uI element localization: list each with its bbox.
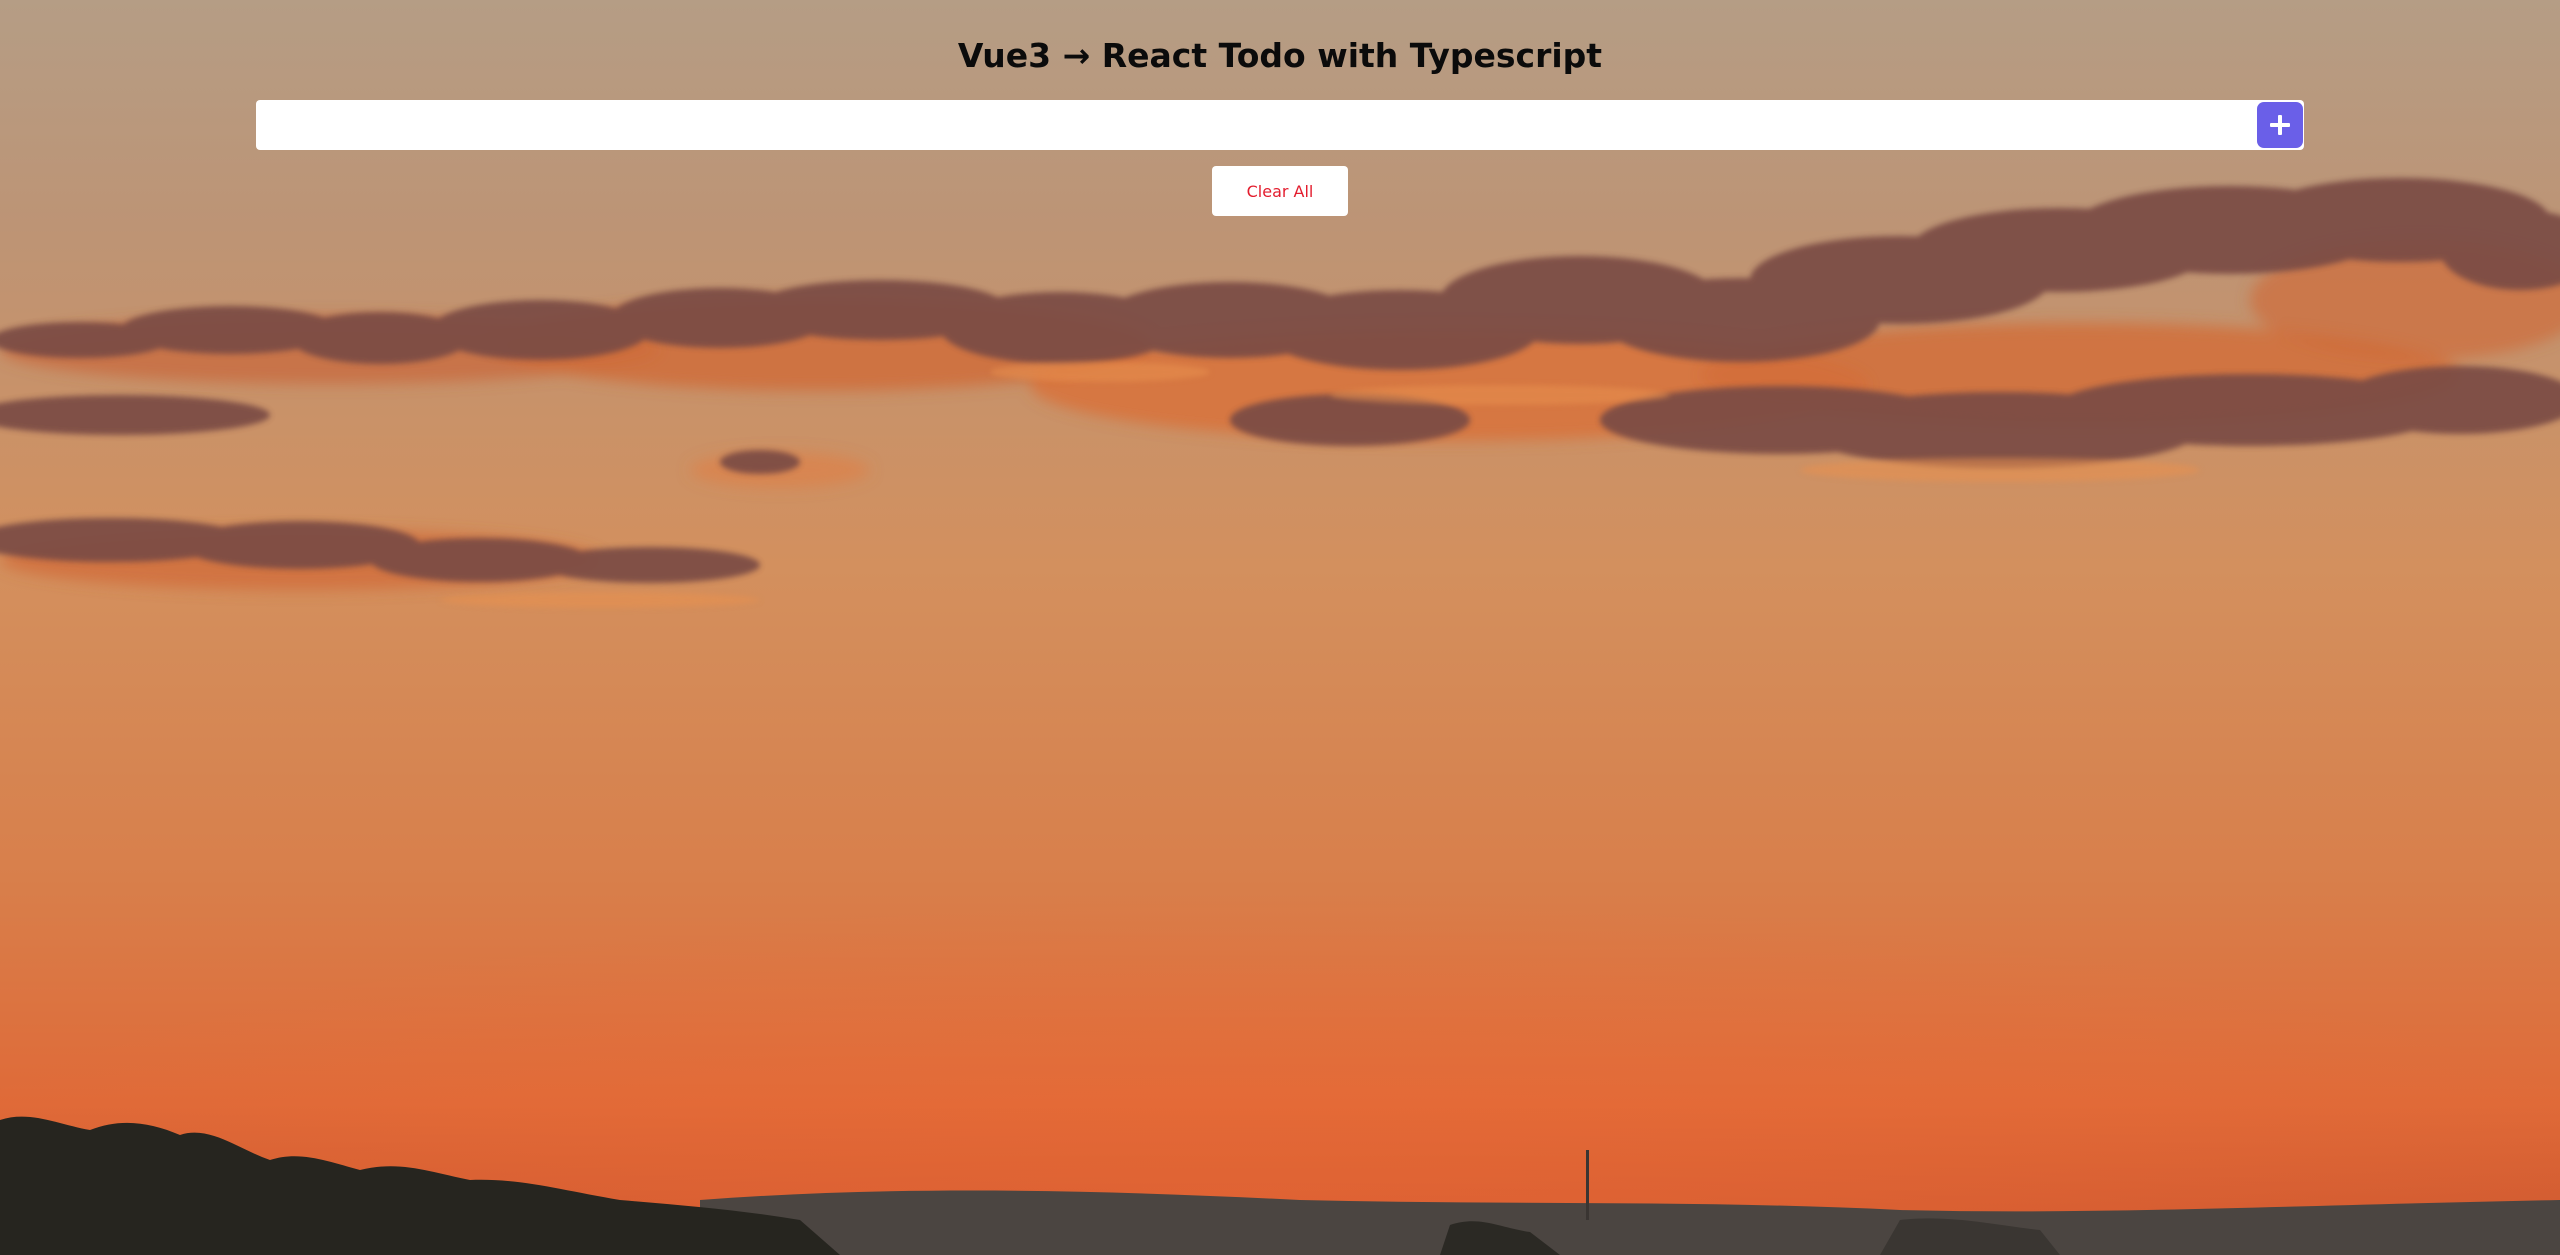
- todo-input-row: [256, 100, 2304, 150]
- page-title: Vue3 → React Todo with Typescript: [957, 36, 1603, 75]
- clear-all-button[interactable]: Clear All: [1212, 166, 1348, 216]
- plus-icon: [2270, 115, 2290, 135]
- todo-input[interactable]: [256, 100, 2246, 150]
- add-todo-button[interactable]: [2257, 102, 2303, 148]
